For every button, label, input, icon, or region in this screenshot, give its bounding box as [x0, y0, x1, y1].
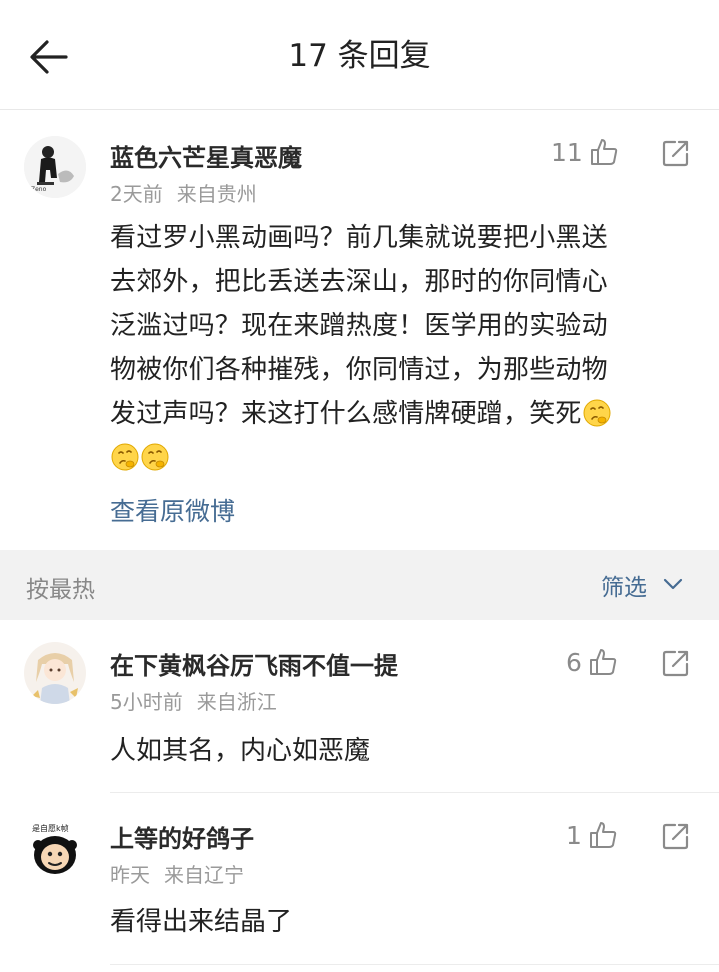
comment-line: 物被你们各种摧残，你同情过，为那些动物: [110, 355, 608, 385]
comment-line: 去郊外，把比丢送去深山，那时的你同情心: [110, 267, 608, 297]
comment-time: 昨天: [110, 863, 150, 887]
like-count: 6: [566, 647, 582, 677]
like-count: 1: [566, 820, 582, 850]
svg-text:Zeno: Zeno: [31, 186, 47, 193]
thumb-up-icon: [588, 647, 618, 677]
comment-meta: 5小时前 来自浙江: [110, 686, 277, 715]
comment-location: 来自辽宁: [164, 863, 244, 887]
share-icon[interactable]: [661, 648, 691, 678]
comment-time: 2天前: [110, 182, 163, 206]
back-button[interactable]: [26, 34, 72, 80]
chevron-down-icon: [663, 576, 683, 595]
share-icon[interactable]: [661, 138, 691, 168]
comment-location: 来自贵州: [176, 182, 257, 206]
avatar[interactable]: [24, 642, 86, 704]
back-arrow-icon: [26, 40, 72, 84]
sort-label[interactable]: 按最热: [26, 570, 95, 604]
page-title: 17 条回复: [288, 38, 431, 74]
view-original-link[interactable]: 查看原微博: [110, 492, 235, 528]
avatar[interactable]: 是自愿k帧: [24, 817, 86, 879]
thinking-face-emoji: [110, 442, 140, 472]
emoji-line: [110, 436, 695, 480]
username[interactable]: 上等的好鸽子: [110, 819, 254, 854]
share-icon[interactable]: [661, 821, 691, 851]
comment-line: 发过声吗？来这打什么感情牌硬蹭，笑死: [110, 399, 582, 429]
comment-line: 看过罗小黑动画吗？前几集就说要把小黑送: [110, 223, 608, 253]
reply-body: 人如其名，内心如恶魔: [110, 736, 371, 766]
thinking-face-emoji: [140, 442, 170, 472]
comment-meta: 2天前 来自贵州: [110, 178, 257, 207]
avatar[interactable]: Zeno: [24, 136, 86, 198]
like-button[interactable]: 1: [566, 817, 618, 853]
filter-label: 筛选: [601, 575, 647, 601]
filter-button[interactable]: 筛选: [601, 568, 683, 602]
username[interactable]: 在下黄枫谷厉飞雨不值一提: [110, 646, 398, 681]
thinking-face-emoji: [582, 398, 612, 428]
thumb-up-icon: [589, 137, 619, 167]
main-comment: Zeno 蓝色六芒星真恶魔 2天前 来自贵州 11 看过罗小黑动画吗？前几集就说要…: [0, 110, 719, 550]
sort-bar: 按最热 筛选: [0, 550, 719, 620]
comment-location: 来自浙江: [196, 690, 277, 714]
like-button[interactable]: 11: [551, 134, 619, 170]
comment-body: 看过罗小黑动画吗？前几集就说要把小黑送 去郊外，把比丢送去深山，那时的你同情心 …: [110, 216, 695, 480]
reply-body: 看得出来结晶了: [110, 907, 293, 937]
like-button[interactable]: 6: [566, 644, 618, 680]
comment-meta: 昨天 来自辽宁: [110, 859, 244, 888]
comment-line: 泛滥过吗？现在来蹭热度！医学用的实验动: [110, 311, 608, 341]
reply-item: 在下黄枫谷厉飞雨不值一提 5小时前 来自浙江 6 人如其名，内心如恶魔: [0, 620, 719, 792]
username[interactable]: 蓝色六芒星真恶魔: [110, 138, 302, 173]
svg-text:是自愿k帧: 是自愿k帧: [32, 823, 69, 833]
comment-line-with-emoji: 发过声吗？来这打什么感情牌硬蹭，笑死: [110, 392, 695, 436]
reply-item: 是自愿k帧 上等的好鸽子 昨天 来自辽宁 1 看得出来结晶了: [0, 793, 719, 963]
top-bar: 17 条回复: [0, 0, 719, 110]
thumb-up-icon: [588, 820, 618, 850]
comment-time: 5小时前: [110, 690, 183, 714]
like-count: 11: [551, 137, 583, 167]
divider: [110, 964, 719, 965]
